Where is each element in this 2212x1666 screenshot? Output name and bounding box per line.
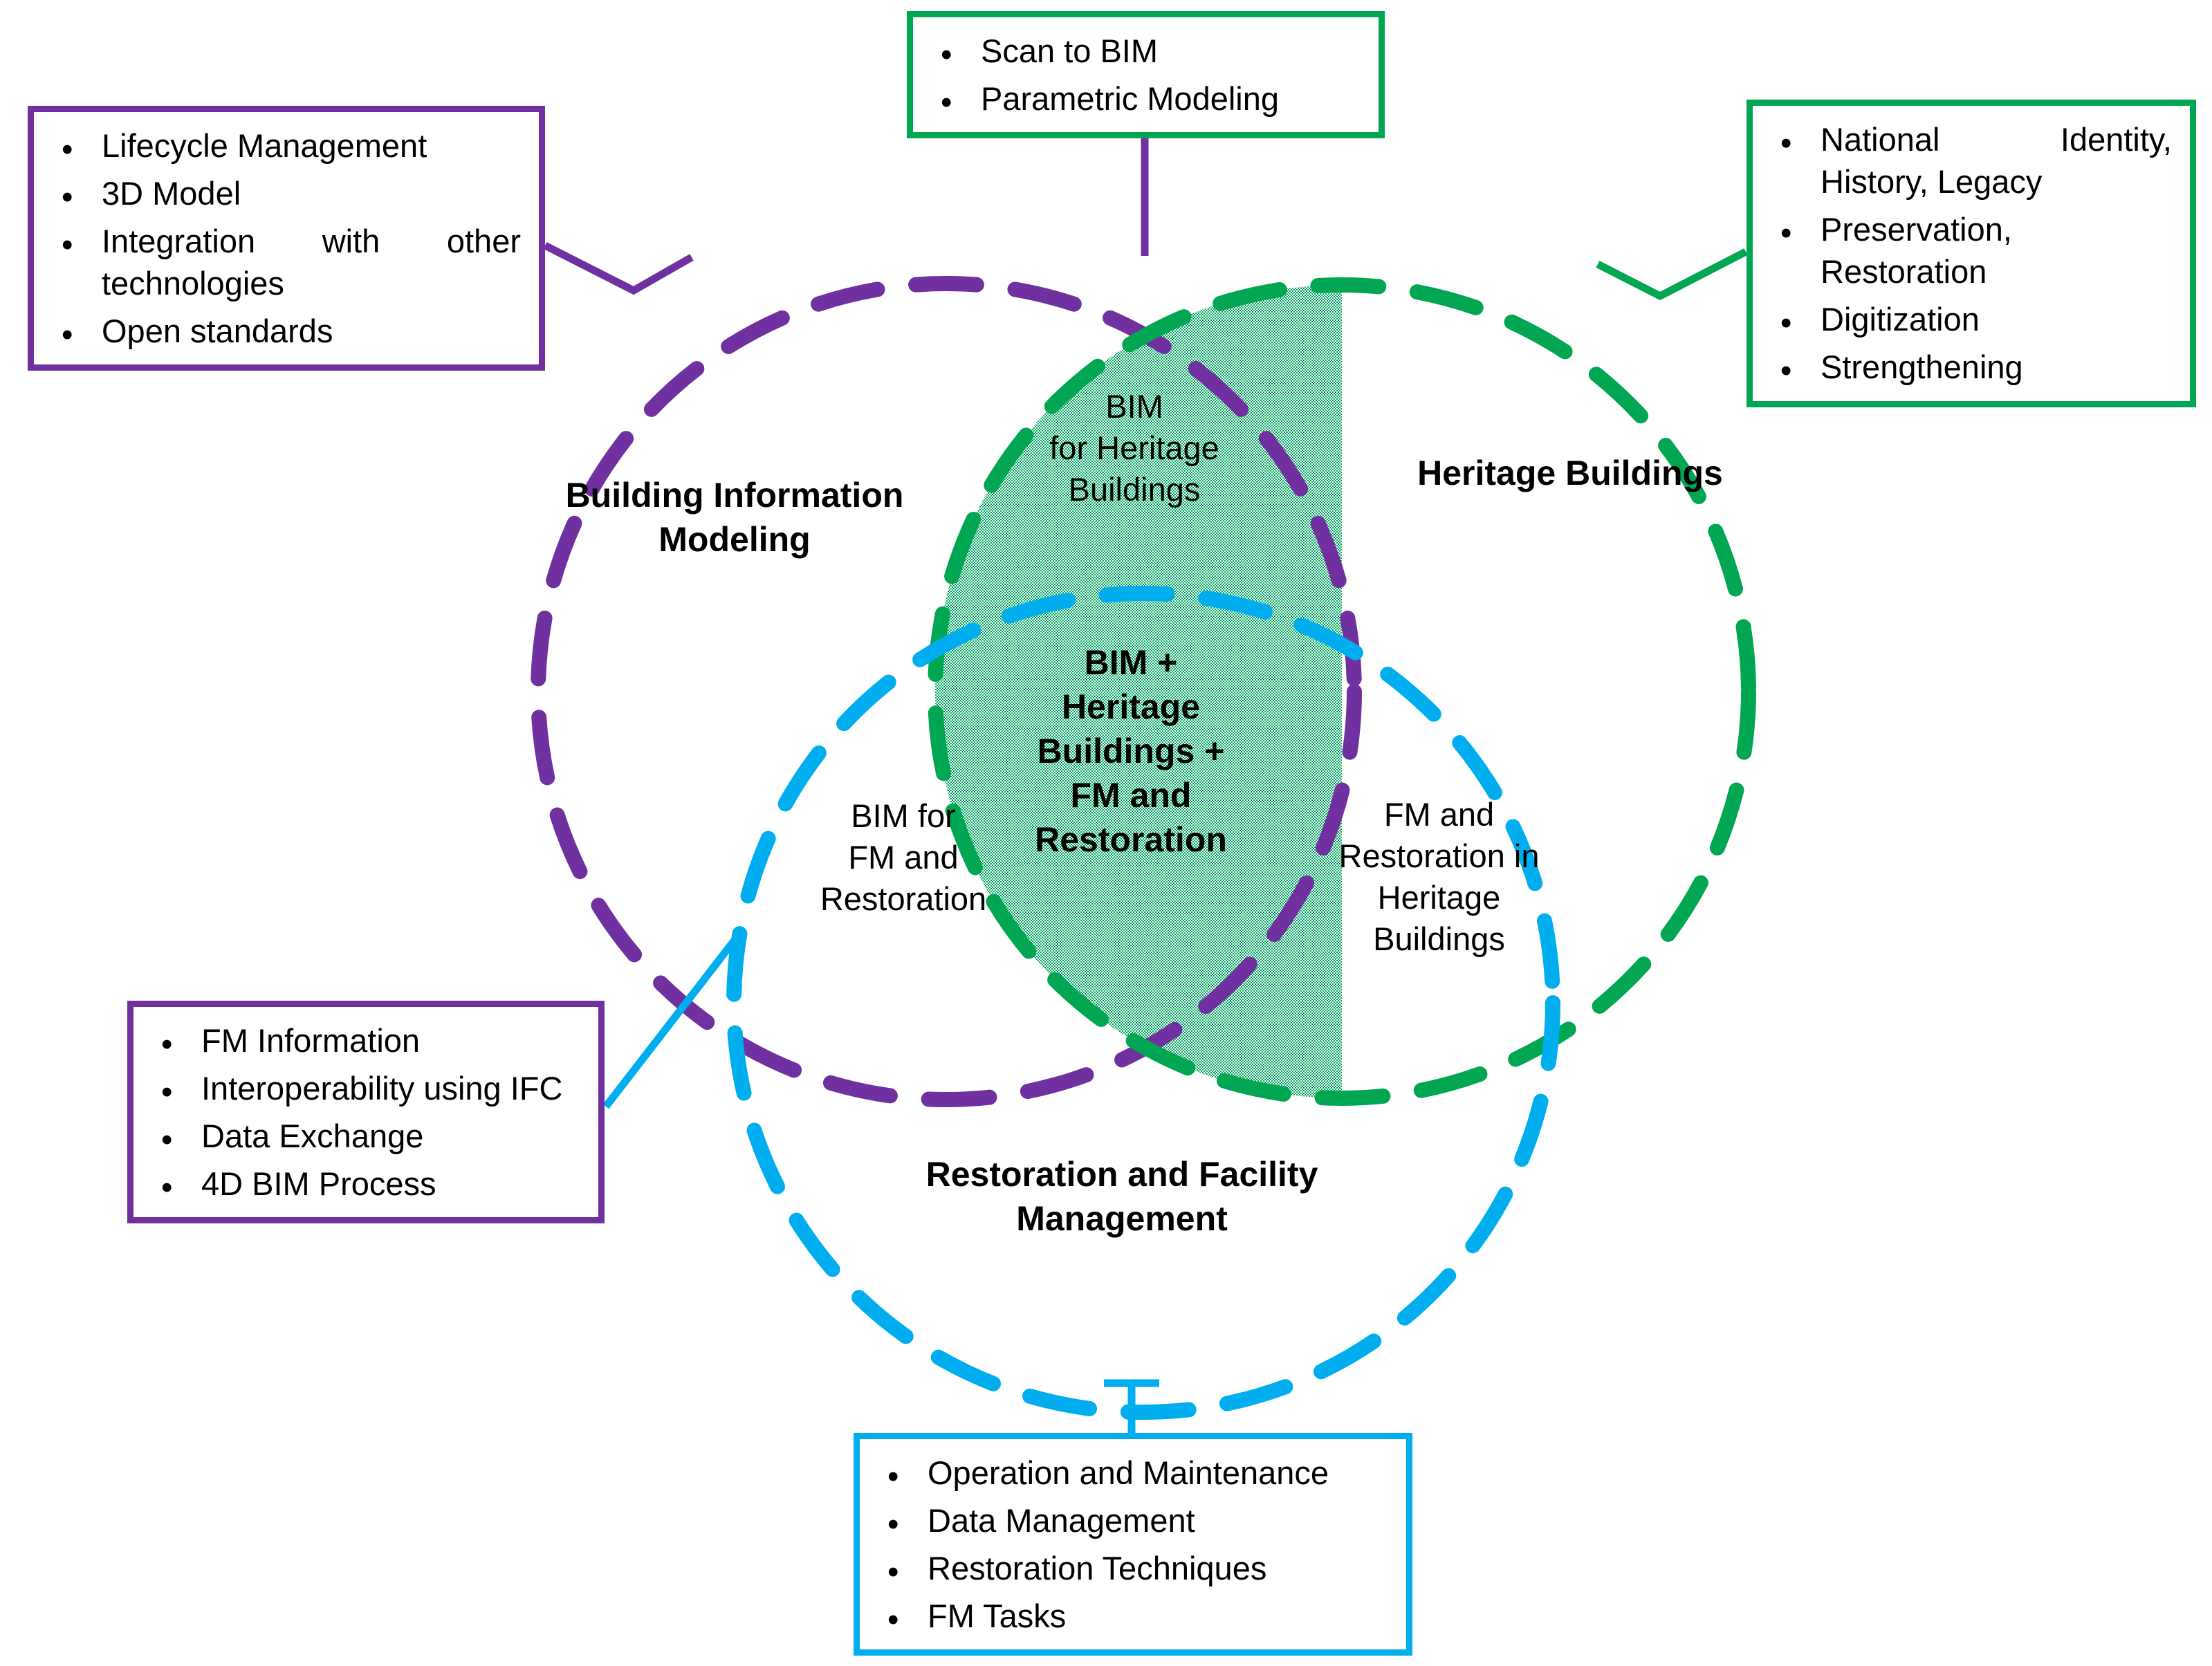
list-item: • Restoration Techniques [875,1547,1388,1590]
list-item: • Scan to BIM [928,30,1361,73]
bullet-icon: • [62,130,73,167]
diagram-canvas: Building Information Modeling Heritage B… [0,0,2212,1666]
connector-fm-callout [602,936,739,1109]
bullet-icon: • [62,178,73,215]
list-item: • Data Management [875,1499,1388,1542]
callout-box-bim: • Lifecycle Management • 3D Model • Inte… [28,106,545,371]
intersection-label-heritage-fm: FM and Restoration in Heritage Buildings [1338,796,1540,958]
list-item-label: National Identity, History, Legacy [1821,121,2172,201]
bullet-icon: • [62,225,73,263]
list-item: • Interoperability using IFC [149,1067,580,1110]
callout-list-bim: • Lifecycle Management • 3D Model • Inte… [49,124,521,353]
list-item-label: Open standards [102,313,333,350]
list-item: • Operation and Maintenance [875,1452,1388,1494]
bullet-icon: • [887,1505,899,1542]
list-item-label: FM Information [201,1022,421,1059]
list-item-label: 3D Model [102,175,241,212]
list-item-label: Preservation, Restoration [1821,211,2012,290]
list-item-label: Digitization [1821,301,1980,338]
callout-list-scan: • Scan to BIM • Parametric Modeling [928,30,1361,120]
bullet-icon: • [62,316,73,353]
callout-box-fm: • FM Information • Interoperability usin… [127,1001,605,1224]
list-item-label: Parametric Modeling [981,80,1280,118]
circle-label-restoration-and-facility-management: Restoration and Facility Management [925,1155,1318,1238]
bullet-icon: • [941,83,952,120]
list-item-label: Scan to BIM [981,33,1158,69]
list-item-label: Strengthening [1821,349,2023,386]
bullet-icon: • [887,1457,899,1494]
list-item-label: 4D BIM Process [201,1165,436,1203]
list-item: • Preservation, Restoration [1768,208,2172,293]
list-item-label: Integration with other technologies [102,223,521,302]
callout-box-restoration: • Operation and Maintenance • Data Manag… [854,1433,1412,1656]
list-item: • FM Tasks [875,1595,1388,1638]
list-item: • Integration with other technologies [49,220,521,304]
callout-box-scan-to-bim: • Scan to BIM • Parametric Modeling [907,11,1385,139]
list-item: • 4D BIM Process [149,1163,580,1205]
bullet-icon: • [941,35,952,73]
bullet-icon: • [161,1168,173,1205]
list-item-label: Interoperability using IFC [201,1070,563,1107]
circle-label-building-information-modeling: Building Information Modeling [565,476,904,559]
callout-list-fm: • FM Information • Interoperability usin… [149,1019,580,1205]
intersection-label-bim-fm: BIM for FM and Restoration [820,797,987,918]
bullet-icon: • [161,1120,173,1158]
list-item-label: Lifecycle Management [102,127,427,164]
list-item-label: Restoration Techniques [928,1550,1267,1587]
callout-list-restoration: • Operation and Maintenance • Data Manag… [875,1452,1388,1638]
connector-heritage-callout [1596,248,1748,301]
bullet-icon: • [887,1600,899,1638]
bullet-icon: • [1780,214,1792,251]
list-item: • Digitization [1768,298,2172,341]
list-item: • National Identity, History, Legacy [1768,118,2172,203]
list-item: • Parametric Modeling [928,77,1361,120]
list-item-label: FM Tasks [928,1598,1067,1635]
list-item: • FM Information [149,1019,580,1062]
callout-list-heritage: • National Identity, History, Legacy • P… [1768,118,2172,389]
list-item: • 3D Model [49,172,521,215]
bullet-icon: • [1780,124,1792,161]
connector-bim-callout [543,242,694,295]
list-item-label: Operation and Maintenance [928,1454,1329,1491]
callout-box-heritage: • National Identity, History, Legacy • P… [1746,100,2196,407]
bullet-icon: • [1780,352,1792,389]
bullet-icon: • [887,1553,899,1590]
list-item: • Strengthening [1768,346,2172,389]
circle-label-heritage-buildings: Heritage Buildings [1417,454,1723,492]
bullet-icon: • [1780,304,1792,342]
intersection-label-center-all-three: BIM + Heritage Buildings + FM and Restor… [1035,643,1227,859]
bullet-icon: • [161,1073,173,1110]
list-item: • Lifecycle Management [49,124,521,167]
list-item-label: Data Management [928,1502,1195,1539]
intersection-label-bim-heritage: BIM for Heritage Buildings [1049,388,1219,508]
list-item-label: Data Exchange [201,1118,424,1155]
list-item: • Data Exchange [149,1115,580,1158]
list-item: • Open standards [49,310,521,353]
bullet-icon: • [161,1025,173,1062]
